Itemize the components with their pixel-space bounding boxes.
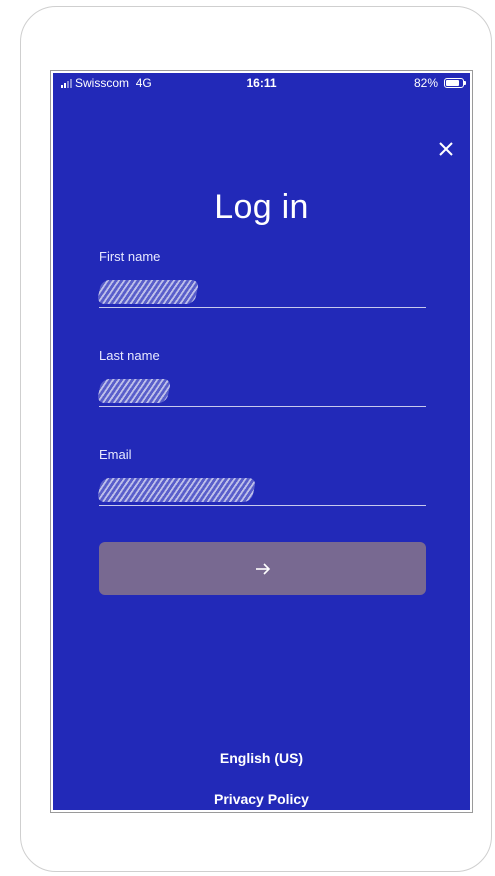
first-name-field[interactable]: First name: [96, 249, 426, 308]
first-name-input[interactable]: [96, 278, 426, 308]
redacted-value: [96, 379, 172, 403]
last-name-label: Last name: [99, 348, 160, 363]
battery-percentage: 82%: [413, 76, 438, 90]
first-name-underline: [99, 307, 426, 308]
first-name-label: First name: [99, 249, 161, 264]
screen-frame: Swisscom 4G 16:11 82% Log in First name …: [50, 70, 473, 813]
last-name-field[interactable]: Last name: [96, 348, 426, 407]
email-label: Email: [99, 447, 132, 462]
last-name-underline: [99, 406, 426, 407]
language-selector[interactable]: English (US): [53, 750, 470, 766]
email-field[interactable]: Email: [96, 447, 426, 506]
redacted-value: [96, 478, 257, 502]
battery-icon: [444, 78, 466, 88]
privacy-policy-link[interactable]: Privacy Policy: [53, 791, 470, 807]
email-input[interactable]: [96, 476, 426, 506]
last-name-input[interactable]: [96, 377, 426, 407]
close-icon[interactable]: [436, 139, 456, 159]
email-underline: [99, 505, 426, 506]
status-bar: Swisscom 4G 16:11 82%: [53, 73, 470, 95]
status-time: 16:11: [246, 76, 277, 90]
arrow-right-icon: [255, 562, 270, 575]
page-title: Log in: [214, 188, 309, 226]
submit-button[interactable]: [99, 542, 426, 595]
login-screen: Swisscom 4G 16:11 82% Log in First name …: [53, 73, 470, 810]
redacted-value: [96, 280, 200, 304]
